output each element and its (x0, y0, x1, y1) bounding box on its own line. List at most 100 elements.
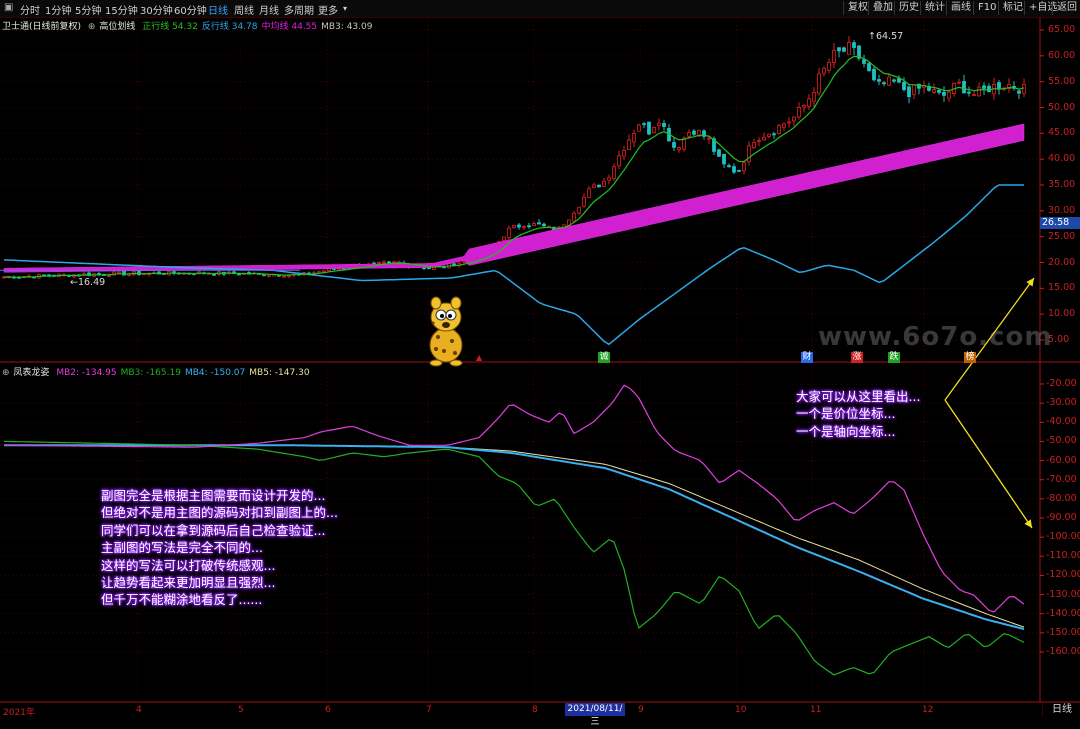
kline-chart[interactable] (0, 0, 1080, 717)
annotation-right: 大家可以从这里看出... 一个是价位坐标... 一个是轴向坐标... (796, 388, 920, 440)
main-indicator-lines (0, 55, 1025, 346)
candle-body (327, 268, 331, 272)
candle-body (542, 223, 546, 227)
candle-body (637, 124, 641, 132)
candle-body (502, 236, 506, 242)
sub-tick-label: -70.00 (1046, 473, 1077, 485)
candle-body (387, 261, 391, 264)
candle-body (912, 84, 916, 95)
candle-body (822, 67, 826, 74)
candle-body (632, 133, 636, 143)
candle-body (587, 188, 591, 198)
price-tick-label: 65.00 (1048, 24, 1076, 35)
candle-body (507, 227, 511, 238)
current-price-tag: 26.58 (1040, 217, 1080, 229)
annotation-line: 让趋势看起来更加明显且强烈... (101, 575, 276, 591)
sub-tick-label: -50.00 (1046, 435, 1077, 447)
date-tick-label: 9 (638, 705, 644, 715)
low-price-label: ←16.49 (70, 277, 106, 288)
bottom-period-tab[interactable]: 日线 (1042, 703, 1080, 717)
candle-body (962, 81, 966, 94)
price-tick-label: 15.00 (1048, 282, 1076, 294)
candle-body (907, 86, 911, 98)
annotation-line: 一个是轴向坐标... (796, 423, 896, 439)
candle-body (687, 131, 691, 137)
candle-body (662, 122, 666, 127)
candle-body (947, 91, 951, 99)
candle-body (812, 92, 816, 102)
candle-body (742, 162, 746, 171)
date-tick-label: 5 (238, 705, 244, 715)
candle-body (887, 76, 891, 86)
candle-body (852, 42, 856, 48)
sub-tick-label: -30.00 (1046, 397, 1077, 409)
candle-body (1017, 90, 1021, 94)
candle-body (972, 94, 976, 96)
candle-body (382, 261, 386, 264)
event-marker[interactable]: 跌 (888, 352, 900, 363)
candle-body (977, 86, 981, 97)
event-marker[interactable]: 诚 (598, 352, 610, 363)
event-marker[interactable]: 榜 (964, 352, 976, 363)
candle-body (512, 225, 516, 228)
candle-body (237, 273, 241, 276)
price-tick-label: 60.00 (1048, 49, 1076, 61)
sub-tick-label: -130.00 (1046, 588, 1080, 600)
candle-body (762, 137, 766, 141)
watermark: www.6o7o.com (818, 322, 1053, 352)
candle-body (107, 275, 111, 277)
candle-body (752, 142, 756, 148)
candle-body (967, 91, 971, 94)
sub-tick-label: -150.00 (1046, 626, 1080, 638)
date-tick-label: 4 (136, 705, 142, 715)
candle-body (777, 125, 781, 134)
candle-body (537, 222, 541, 225)
candle-body (522, 226, 526, 228)
candle-body (717, 149, 721, 157)
candle-body (782, 123, 786, 128)
date-tick-label: 7 (426, 705, 432, 715)
candle-body (267, 274, 271, 277)
candle-body (772, 133, 776, 136)
candle-body (602, 180, 606, 187)
candle-body (622, 150, 626, 157)
sub-tick-label: -160.00 (1046, 646, 1080, 657)
candle-body (827, 61, 831, 71)
candle-body (572, 212, 576, 222)
annotation-line: 大家可以从这里看出... (796, 389, 921, 404)
annotation-line: 副图完全是根据主图需要而设计开发的... (101, 488, 326, 503)
candle-body (732, 166, 736, 173)
price-tick-label: 40.00 (1048, 153, 1076, 165)
annotation-line: 一个是价位坐标... (796, 406, 896, 422)
annotation-line: 同学们可以在拿到源码后自己检查验证... (101, 522, 326, 538)
candle-body (212, 273, 216, 276)
event-marker[interactable]: 财 (801, 352, 813, 363)
candle-body (282, 275, 286, 278)
candle-body (722, 153, 726, 165)
candle-body (627, 139, 631, 150)
date-tick-label: 6 (325, 705, 331, 715)
candle-body (862, 59, 866, 64)
candle-body (757, 140, 761, 142)
candle-body (432, 267, 436, 270)
candle-body (877, 79, 881, 82)
candle-body (612, 166, 616, 179)
price-tick-label: 30.00 (1048, 204, 1076, 216)
reverse-line (3, 184, 1024, 346)
candle-body (897, 78, 901, 83)
event-marker[interactable]: 涨 (851, 352, 863, 363)
candle-body (937, 89, 941, 93)
sub-tick-label: -80.00 (1046, 492, 1077, 504)
annotation-line: 但千万不能糊涂地看反了...... (101, 592, 263, 608)
price-tick-label: 10.00 (1048, 308, 1076, 320)
sub-tick-label: -60.00 (1046, 454, 1077, 466)
candle-body (957, 81, 961, 84)
cursor-date-tag: 2021/08/11/三 (565, 703, 625, 727)
candle-body (672, 142, 676, 148)
date-tick-label: 11 (810, 705, 822, 715)
date-tick-label: 8 (532, 705, 538, 715)
candle-body (707, 137, 711, 140)
annotation-line: 这样的写法可以打破传统感观... (101, 557, 276, 573)
candle-body (642, 123, 646, 126)
candle-body (807, 98, 811, 107)
